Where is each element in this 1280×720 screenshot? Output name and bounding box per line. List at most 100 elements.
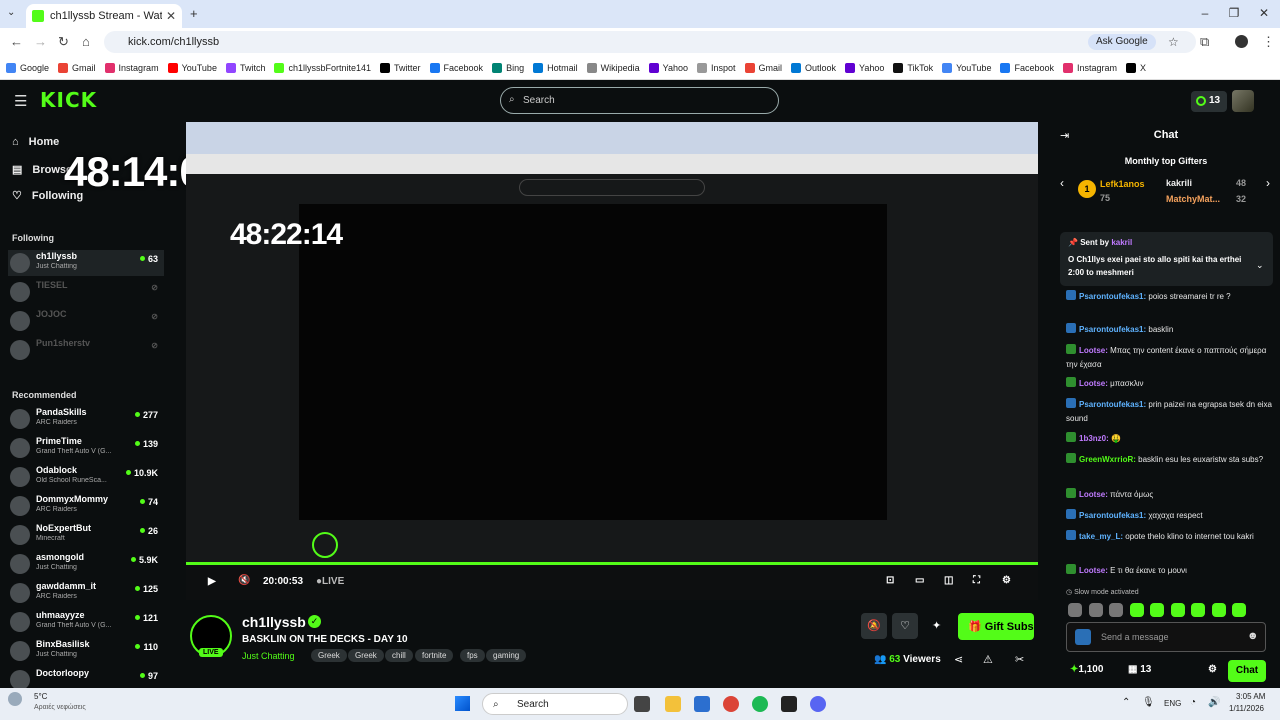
sidebar-channel[interactable]: PandaSkills ARC Raiders 277 [8, 406, 164, 432]
chat-message[interactable]: Psarontoufekas1: poios streamarei tr re … [1066, 290, 1272, 304]
bookmark-item[interactable]: Gmail [58, 62, 96, 73]
chrome-icon[interactable] [723, 696, 739, 712]
mute-notifications-icon[interactable]: 🔕 [861, 613, 887, 639]
file-explorer-icon[interactable] [665, 696, 681, 712]
epic-games-icon[interactable] [781, 696, 797, 712]
clock-time[interactable]: 3:05 AM [1236, 692, 1265, 701]
close-window-icon[interactable]: ✕ [1254, 6, 1274, 20]
hamburger-menu-icon[interactable]: ☰ [14, 92, 27, 110]
weather-icon[interactable] [8, 692, 22, 706]
fullscreen-icon[interactable]: ⛶ [973, 575, 980, 586]
clock-date[interactable]: 1/11/2026 [1229, 704, 1264, 713]
bookmark-item[interactable]: TikTok [893, 62, 933, 73]
sidebar-channel[interactable]: gawddamm_it ARC Raiders 125 [8, 580, 164, 606]
tab-menu-icon[interactable]: ⌄ [7, 7, 15, 18]
live-indicator[interactable]: ● LIVE [316, 576, 344, 587]
sidebar-channel[interactable]: Pun1sherstv ⊘ [8, 337, 164, 363]
emote-icon[interactable] [1129, 603, 1144, 617]
user-avatar[interactable] [1232, 90, 1254, 112]
reload-icon[interactable]: ↻ [58, 34, 69, 50]
emoji-icon[interactable]: ☻ [1247, 630, 1259, 642]
theater-icon[interactable]: ▭ [915, 575, 924, 586]
bookmark-item[interactable]: Google [6, 62, 49, 73]
bookmark-item[interactable]: Twitter [380, 62, 421, 73]
back-icon[interactable]: ← [10, 34, 23, 49]
bookmark-item[interactable]: Hotmail [533, 62, 578, 73]
bookmark-item[interactable]: Twitch [225, 62, 265, 73]
chat-message[interactable]: Lootse: πάντα όμως [1066, 488, 1272, 502]
emote-icon[interactable] [1232, 603, 1246, 617]
home-icon[interactable]: ⌂ [82, 34, 90, 49]
sidebar-channel[interactable]: PrimeTime Grand Theft Auto V (G... 139 [8, 435, 164, 461]
stream-tag[interactable]: fortnite [415, 649, 454, 662]
emote-icon[interactable] [1150, 603, 1164, 617]
volume-icon[interactable]: 🔊 [1208, 697, 1220, 708]
bookmark-item[interactable]: X [1126, 62, 1146, 73]
extensions-icon[interactable]: ⧉ [1200, 34, 1209, 50]
share-icon[interactable]: ⋖ [954, 653, 963, 666]
bookmark-item[interactable]: Instagram [104, 62, 159, 73]
chat-message[interactable]: GreenWxrrioR: basklin esu les euxaristw … [1066, 453, 1272, 467]
wifi-icon[interactable]: ◔ [1190, 697, 1196, 708]
bookmark-star-icon[interactable]: ☆ [1168, 35, 1179, 49]
clip-stream-icon[interactable]: ✂ [1015, 653, 1024, 666]
stream-tag[interactable]: chill [385, 649, 413, 662]
sparkle-icon[interactable]: ✦ [932, 619, 941, 632]
channel-name[interactable]: ch1llyssb [242, 614, 306, 630]
settings-icon[interactable]: ⚙ [1002, 575, 1011, 586]
tray-chevron-icon[interactable]: ⌃ [1122, 697, 1130, 708]
sidebar-channel[interactable]: NoExpertBut Minecraft 26 [8, 522, 164, 548]
taskbar-search[interactable]: ⌕ Search [482, 693, 628, 715]
gifters-prev-icon[interactable]: ‹ [1060, 176, 1064, 190]
play-icon[interactable]: ▶ [208, 576, 216, 587]
minimize-icon[interactable]: – [1195, 6, 1215, 20]
chat-message[interactable]: take_my_L: opote thelo klino to internet… [1066, 530, 1272, 544]
stream-tag[interactable]: gaming [486, 649, 527, 662]
bookmark-item[interactable]: YouTube [942, 62, 991, 73]
forward-icon[interactable]: → [34, 34, 47, 49]
bookmark-item[interactable]: Yahoo [845, 62, 884, 73]
discord-icon[interactable] [810, 696, 826, 712]
browser-tab[interactable]: ch1llyssb Stream - Watch Live o ✕ [26, 4, 182, 28]
channel-points[interactable]: ✦1,100 [1070, 664, 1103, 675]
sidebar-channel[interactable]: Odablock Old School RuneSca... 10.9K [8, 464, 164, 490]
sidebar-channel[interactable]: asmongold Just Chatting 5.9K [8, 551, 164, 577]
stream-category[interactable]: Just Chatting [242, 651, 295, 661]
kicks-balance[interactable]: 13 [1191, 91, 1227, 112]
bookmark-item[interactable]: Bing [492, 62, 524, 73]
new-tab-icon[interactable]: + [190, 6, 198, 21]
chat-send-button[interactable]: Chat [1228, 660, 1266, 682]
sidebar-channel[interactable]: BinxBasilisk Just Chatting 110 [8, 638, 164, 664]
report-icon[interactable]: ⚠ [983, 653, 993, 666]
ask-google-button[interactable]: Ask Google [1088, 34, 1156, 50]
mic-icon[interactable]: 🎙 [1142, 697, 1155, 708]
sidebar-channel[interactable]: ch1llyssb Just Chatting 63 [8, 250, 164, 276]
sidebar-channel[interactable]: uhmaayyze Grand Theft Auto V (G... 121 [8, 609, 164, 635]
video-player[interactable]: 48:22:14 ▶ 🔇 20:00:53 ● LIVE ⊡ ▭ ◫ ⛶ ⚙ [186, 122, 1038, 600]
bookmark-item[interactable]: Instagram [1062, 62, 1117, 73]
emote-icon[interactable] [1109, 603, 1123, 617]
stream-tag[interactable]: fps [460, 649, 485, 662]
chat-message[interactable]: Psarontoufekas1: prin paizei na egrapsa … [1066, 398, 1272, 426]
chat-identity-icon[interactable] [1075, 629, 1091, 645]
emote-icon[interactable] [1170, 603, 1185, 617]
gifter-name[interactable]: Lefk1anos [1100, 179, 1145, 189]
chat-message[interactable]: Lootse: μπασκλιν [1066, 377, 1272, 391]
profile-icon[interactable] [1235, 35, 1248, 48]
bookmark-item[interactable]: Outlook [791, 62, 836, 73]
bookmark-item[interactable]: YouTube [167, 62, 217, 73]
bookmark-item[interactable]: Wikipedia [586, 62, 640, 73]
sidebar-channel[interactable]: DommyxMommy ARC Raiders 74 [8, 493, 164, 519]
emote-icon[interactable] [1191, 603, 1205, 617]
chevron-down-icon[interactable]: ⌄ [1256, 260, 1264, 271]
mute-icon[interactable]: 🔇 [238, 575, 250, 586]
emote-icon[interactable] [1088, 603, 1103, 617]
sidebar-channel[interactable]: TIESEL ⊘ [8, 279, 164, 305]
clip-icon[interactable]: ⊡ [886, 575, 894, 586]
sidebar-item-home[interactable]: ⌂ Home [12, 136, 59, 148]
follow-heart-icon[interactable]: ♡ [892, 613, 918, 639]
gift-subs-button[interactable]: 🎁 Gift Subs [958, 613, 1034, 640]
bookmark-item[interactable]: Facebook [429, 62, 483, 73]
chat-settings-icon[interactable]: ⚙ [1208, 664, 1217, 675]
store-icon[interactable] [694, 696, 710, 712]
